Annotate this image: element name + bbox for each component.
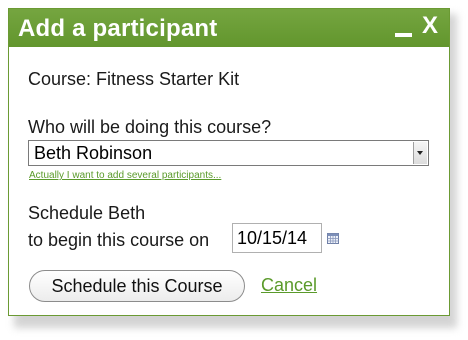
schedule-line-1: Schedule Beth — [28, 203, 146, 223]
dialog-title: Add a participant — [18, 15, 218, 42]
participant-select[interactable]: Beth Robinson — [28, 140, 429, 166]
start-date-input[interactable] — [232, 223, 322, 253]
participant-question: Who will be doing this course? — [28, 117, 272, 137]
add-several-participants-link[interactable]: Actually I want to add several participa… — [29, 170, 221, 181]
close-icon[interactable]: X — [419, 11, 441, 41]
participant-select-value: Beth Robinson — [34, 143, 153, 163]
schedule-line-2: to begin this course on — [28, 230, 210, 250]
course-name: Course: Fitness Starter Kit — [28, 69, 240, 89]
add-participant-dialog: Add a participant X Course: Fitness Star… — [8, 8, 450, 316]
schedule-course-button[interactable]: Schedule this Course — [29, 270, 245, 302]
calendar-icon[interactable] — [327, 233, 339, 244]
dropdown-triangle — [417, 151, 423, 155]
dialog-titlebar: Add a participant X — [9, 9, 449, 47]
minimize-bar — [395, 33, 412, 37]
minimize-icon[interactable] — [393, 17, 413, 39]
cancel-link[interactable]: Cancel — [261, 275, 317, 296]
chevron-down-icon[interactable] — [413, 142, 427, 164]
